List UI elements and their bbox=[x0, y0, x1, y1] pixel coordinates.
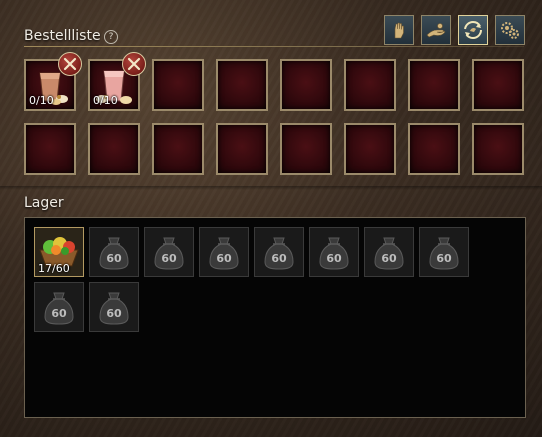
storage-slot-3[interactable]: 60 bbox=[144, 227, 194, 277]
order-slot-9[interactable] bbox=[24, 123, 76, 175]
order-slot-1[interactable]: 0/10 bbox=[24, 52, 82, 111]
order-slot-12[interactable] bbox=[216, 123, 268, 175]
title-underline bbox=[24, 46, 524, 47]
order-slot-3[interactable] bbox=[152, 59, 204, 111]
storage-slot-4[interactable]: 60 bbox=[199, 227, 249, 277]
hand-icon bbox=[394, 22, 404, 39]
bag-capacity: 60 bbox=[51, 307, 67, 320]
bag-capacity: 60 bbox=[161, 252, 177, 265]
cycle-button[interactable] bbox=[458, 15, 488, 45]
gears-icon bbox=[501, 22, 519, 39]
remove-button-1[interactable] bbox=[58, 52, 82, 76]
storage-title: Lager bbox=[24, 195, 64, 211]
help-icon[interactable]: ? bbox=[104, 30, 118, 44]
give-hand-icon bbox=[426, 23, 446, 38]
give-button[interactable] bbox=[421, 15, 451, 45]
order-slot-15[interactable] bbox=[408, 123, 460, 175]
order-slot-14[interactable] bbox=[344, 123, 396, 175]
storage-slot-1[interactable]: 17/60 bbox=[34, 227, 84, 277]
section-divider bbox=[0, 186, 542, 190]
storage-slot-6[interactable]: 60 bbox=[309, 227, 359, 277]
storage-panel: 17/60 60 60 60 60 60 60 60 60 60 bbox=[24, 217, 526, 418]
bag-capacity: 60 bbox=[381, 252, 397, 265]
order-count-1: 0/10 bbox=[29, 94, 54, 107]
close-icon bbox=[63, 57, 77, 71]
storage-slot-9[interactable]: 60 bbox=[34, 282, 84, 332]
order-slot-5[interactable] bbox=[280, 59, 332, 111]
remove-button-2[interactable] bbox=[122, 52, 146, 76]
bag-capacity: 60 bbox=[106, 307, 122, 320]
order-count-2: 0/10 bbox=[93, 94, 118, 107]
storage-slot-2[interactable]: 60 bbox=[89, 227, 139, 277]
settings-button[interactable] bbox=[495, 15, 525, 45]
bag-capacity: 60 bbox=[106, 252, 122, 265]
close-icon bbox=[127, 57, 141, 71]
bag-capacity: 60 bbox=[271, 252, 287, 265]
storage-slot-8[interactable]: 60 bbox=[419, 227, 469, 277]
storage-slot-10[interactable]: 60 bbox=[89, 282, 139, 332]
order-slot-16[interactable] bbox=[472, 123, 524, 175]
order-slot-8[interactable] bbox=[472, 59, 524, 111]
order-slot-2[interactable]: 0/10 bbox=[88, 52, 146, 111]
cycle-arrows-icon bbox=[464, 21, 482, 39]
order-slot-13[interactable] bbox=[280, 123, 332, 175]
bag-capacity: 60 bbox=[216, 252, 232, 265]
storage-slot-7[interactable]: 60 bbox=[364, 227, 414, 277]
order-slot-4[interactable] bbox=[216, 59, 268, 111]
storage-slot-5[interactable]: 60 bbox=[254, 227, 304, 277]
order-slot-11[interactable] bbox=[152, 123, 204, 175]
order-slot-7[interactable] bbox=[408, 59, 460, 111]
bag-capacity: 60 bbox=[326, 252, 342, 265]
hand-button[interactable] bbox=[384, 15, 414, 45]
storage-count-1: 17/60 bbox=[38, 262, 70, 275]
order-slot-6[interactable] bbox=[344, 59, 396, 111]
bag-capacity: 60 bbox=[436, 252, 452, 265]
order-slot-10[interactable] bbox=[88, 123, 140, 175]
order-list-title: Bestellliste bbox=[24, 28, 101, 44]
